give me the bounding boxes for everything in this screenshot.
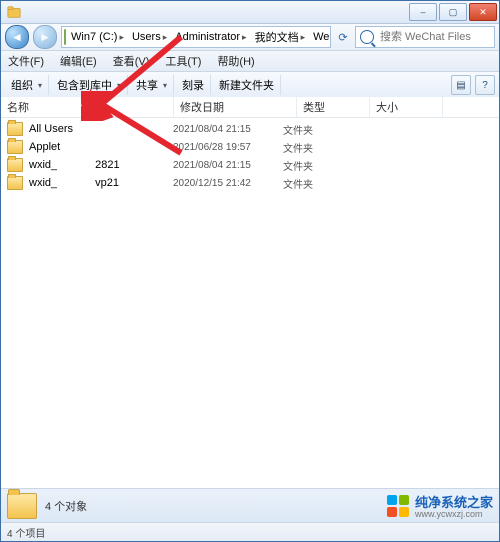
breadcrumb-segment[interactable]: Users▸ [129,31,172,43]
folder-row[interactable]: wxid_vp212020/12/15 21:42文件夹 [1,174,499,192]
share-button[interactable]: 共享▾ [130,75,174,95]
col-date[interactable]: 修改日期 [174,97,297,117]
help-button[interactable]: ? [475,75,495,95]
search-box[interactable] [355,26,495,48]
menu-view[interactable]: 查看(V) [110,52,153,70]
file-name: wxid_vp21 [29,177,173,189]
col-type[interactable]: 类型 [297,97,370,117]
new-folder-button[interactable]: 新建文件夹 [213,75,281,95]
refresh-button[interactable]: ⟳ [335,31,351,44]
status-text: 4 个项目 [7,525,45,540]
file-date: 2021/08/04 21:15 [173,160,283,171]
menu-file[interactable]: 文件(F) [5,52,47,70]
nav-row: ◄ ► Win7 (C:)▸ Users▸ Administrator▸ 我的文… [1,24,499,51]
maximize-button[interactable]: ▢ [439,3,467,21]
file-type: 文件夹 [283,176,343,191]
breadcrumb[interactable]: Win7 (C:)▸ Users▸ Administrator▸ 我的文档▸ W… [61,26,331,48]
col-name[interactable]: 名称 [1,97,174,117]
file-date: 2021/06/28 19:57 [173,142,283,153]
breadcrumb-segment[interactable]: 我的文档▸ [252,29,311,45]
file-date: 2020/12/15 21:42 [173,178,283,189]
minimize-button[interactable]: – [409,3,437,21]
watermark: 纯净系统之家 www.ycwxzj.com [387,492,493,519]
view-options-button[interactable]: ▤ [451,75,471,95]
file-date: 2021/08/04 21:15 [173,124,283,135]
include-in-library-button[interactable]: 包含到库中▾ [51,75,128,95]
breadcrumb-segment[interactable]: Administrator▸ [172,31,251,43]
file-name: Applet [29,141,173,153]
search-input[interactable] [378,30,490,44]
column-headers: 名称 修改日期 类型 大小 [1,97,499,118]
watermark-url: www.ycwxzj.com [415,509,493,519]
close-button[interactable]: ✕ [469,3,497,21]
app-icon [7,5,21,19]
breadcrumb-segment[interactable]: Win7 (C:)▸ [68,31,129,43]
status-bar: 4 个项目 [1,522,499,541]
file-name: wxid_2821 [29,159,173,171]
burn-button[interactable]: 刻录 [176,75,211,95]
menu-edit[interactable]: 编辑(E) [57,52,100,70]
title-bar: – ▢ ✕ [1,1,499,24]
organize-button[interactable]: 组织▾ [5,75,49,95]
drive-icon [64,29,66,45]
file-type: 文件夹 [283,158,343,173]
explorer-window: – ▢ ✕ ◄ ► Win7 (C:)▸ Users▸ Administrato… [0,0,500,542]
folder-icon [7,140,23,154]
details-summary: 4 个对象 [45,498,87,514]
folder-row[interactable]: Applet2021/06/28 19:57文件夹 [1,138,499,156]
menu-bar: 文件(F) 编辑(E) 查看(V) 工具(T) 帮助(H) [1,51,499,72]
forward-button[interactable]: ► [33,25,57,49]
folder-icon [7,493,37,519]
search-icon [360,30,374,44]
watermark-logo-icon [387,495,409,517]
menu-help[interactable]: 帮助(H) [214,52,257,70]
folder-icon [7,158,23,172]
breadcrumb-segment[interactable]: WeChat Files▸ [310,31,331,43]
folder-icon [7,176,23,190]
folder-icon [7,122,23,136]
folder-row[interactable]: wxid_28212021/08/04 21:15文件夹 [1,156,499,174]
back-button[interactable]: ◄ [5,25,29,49]
file-list: 名称 修改日期 类型 大小 All Users2021/08/04 21:15文… [1,97,499,505]
toolbar: 组织▾ 包含到库中▾ 共享▾ 刻录 新建文件夹 ▤ ? [1,72,499,99]
folder-row[interactable]: All Users2021/08/04 21:15文件夹 [1,120,499,138]
file-name: All Users [29,123,173,135]
menu-tools[interactable]: 工具(T) [162,52,204,70]
col-size[interactable]: 大小 [370,97,443,117]
file-type: 文件夹 [283,140,343,155]
file-type: 文件夹 [283,122,343,137]
